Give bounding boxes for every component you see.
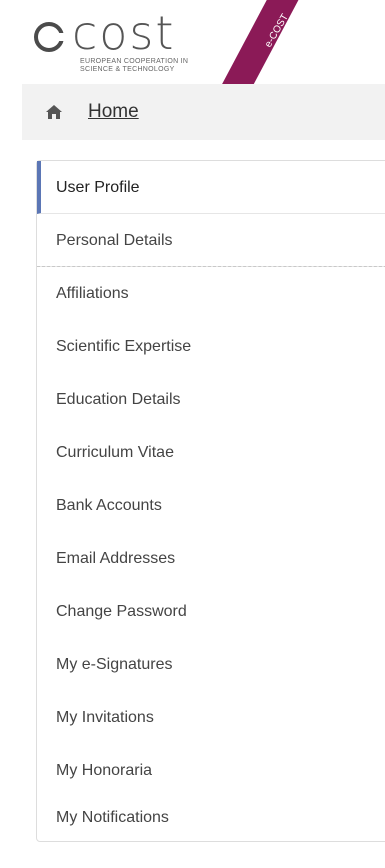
profile-menu: User Profile Personal Details Affiliatio… xyxy=(36,160,385,842)
menu-item-change-password[interactable]: Change Password xyxy=(37,585,385,638)
menu-item-my-invitations[interactable]: My Invitations xyxy=(37,691,385,744)
menu-item-bank-accounts[interactable]: Bank Accounts xyxy=(37,479,385,532)
menu-item-my-notifications[interactable]: My Notifications xyxy=(37,791,385,844)
menu-item-curriculum-vitae[interactable]: Curriculum Vitae xyxy=(37,426,385,479)
cost-logo-subtitle: EUROPEAN COOPERATION IN SCIENCE & TECHNO… xyxy=(80,58,189,73)
breadcrumb: Home xyxy=(22,84,385,140)
menu-item-email-addresses[interactable]: Email Addresses xyxy=(37,532,385,585)
menu-item-my-honoraria[interactable]: My Honoraria xyxy=(37,744,385,797)
app-header: cost EUROPEAN COOPERATION IN SCIENCE & T… xyxy=(0,0,385,99)
menu-item-affiliations[interactable]: Affiliations xyxy=(37,267,385,320)
cost-logo[interactable]: cost EUROPEAN COOPERATION IN SCIENCE & T… xyxy=(30,10,240,80)
cost-logo-text: cost xyxy=(72,6,176,60)
menu-item-personal-details[interactable]: Personal Details xyxy=(37,214,385,267)
menu-item-user-profile[interactable]: User Profile xyxy=(37,161,385,214)
menu-item-my-e-signatures[interactable]: My e-Signatures xyxy=(37,638,385,691)
breadcrumb-home-link[interactable]: Home xyxy=(88,101,139,123)
menu-item-education-details[interactable]: Education Details xyxy=(37,373,385,426)
menu-item-scientific-expertise[interactable]: Scientific Expertise xyxy=(37,320,385,373)
cost-logo-mark xyxy=(34,22,66,52)
home-icon xyxy=(46,105,62,119)
